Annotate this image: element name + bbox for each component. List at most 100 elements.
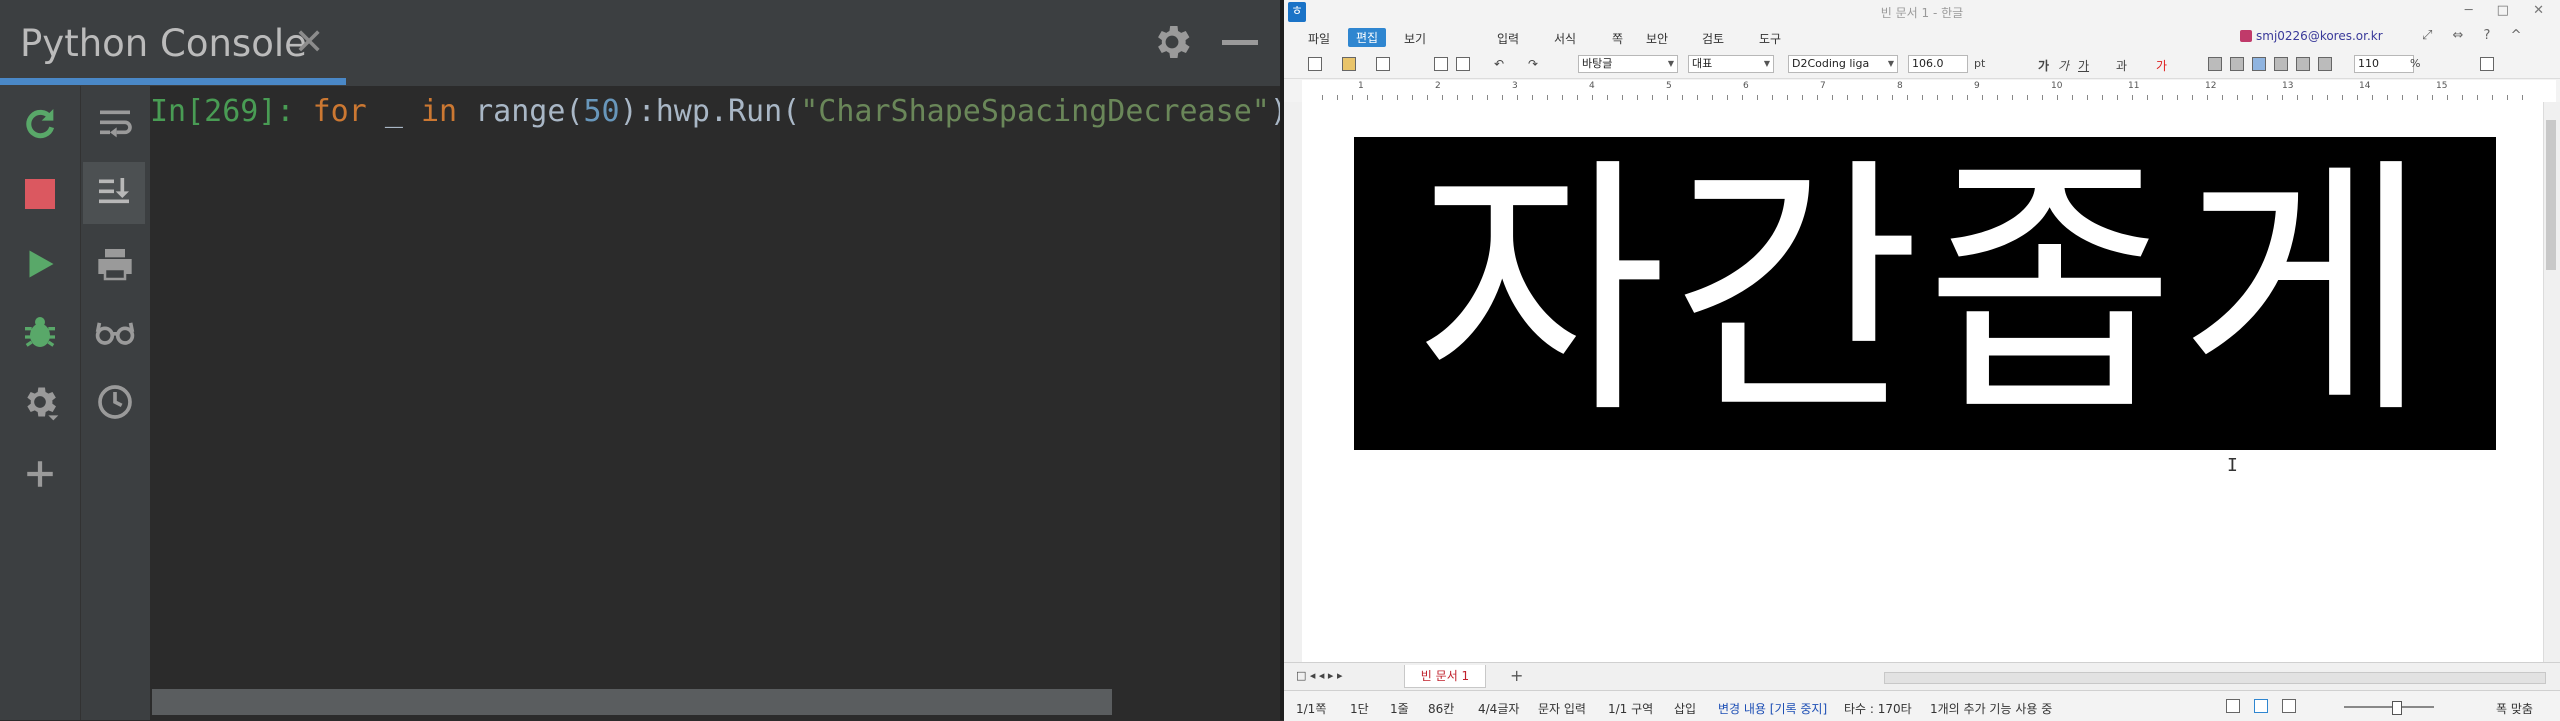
- new-document-icon[interactable]: [1308, 57, 1322, 71]
- tab-document[interactable]: 빈 문서 1: [1404, 665, 1486, 688]
- console-output-area[interactable]: In[269]: for _ in range(50):hwp.Run("Cha…: [150, 86, 1280, 720]
- ruler-tick: [1397, 95, 1398, 100]
- menu-edit[interactable]: 편집: [1348, 28, 1387, 47]
- redo-icon[interactable]: ↷: [1528, 57, 1538, 71]
- page-view-icon[interactable]: [2254, 699, 2268, 713]
- ruler-tick: [1787, 95, 1788, 100]
- document-text[interactable]: 자간좁게: [1354, 137, 2496, 450]
- menu-file[interactable]: 파일: [1308, 30, 1330, 47]
- align-right-icon[interactable]: [2274, 57, 2288, 71]
- menu-view[interactable]: 보기: [1404, 30, 1426, 47]
- save-icon[interactable]: [1376, 57, 1390, 71]
- menu-page[interactable]: 쪽: [1612, 30, 1623, 47]
- undo-icon[interactable]: ↶: [1494, 57, 1504, 71]
- align-left-icon[interactable]: [2230, 57, 2244, 71]
- ruler-tick: [2432, 95, 2433, 100]
- zoom-unit[interactable]: %: [2410, 57, 2420, 70]
- language-value: 대표: [1692, 57, 1713, 70]
- underline-button[interactable]: 가: [2078, 57, 2089, 74]
- rerun-icon[interactable]: [12, 96, 68, 152]
- scroll-to-end-icon[interactable]: [83, 162, 145, 224]
- style-select[interactable]: 바탕글 ▼: [1578, 55, 1678, 73]
- font-color-button[interactable]: 가: [2156, 57, 2167, 74]
- scroll-thumb[interactable]: [2546, 120, 2556, 270]
- bold-button[interactable]: 가: [2038, 57, 2049, 74]
- user-icon: [2240, 30, 2252, 42]
- vertical-ruler[interactable]: [1284, 102, 1303, 662]
- document-highlighted-text-block[interactable]: 자간좁게: [1354, 137, 2496, 450]
- print-icon[interactable]: [87, 236, 143, 292]
- status-track-changes[interactable]: 변경 내용 [기록 중지]: [1718, 700, 1827, 717]
- web-view-icon[interactable]: [2282, 699, 2296, 713]
- language-select[interactable]: 대표 ▼: [1688, 55, 1774, 73]
- status-page[interactable]: 1/1쪽: [1296, 700, 1326, 717]
- settings-icon[interactable]: [12, 374, 68, 430]
- zoom-slider-handle[interactable]: [2392, 701, 2402, 715]
- ruler-number: 6: [1743, 81, 1749, 91]
- ruler-tick: [2297, 95, 2298, 100]
- status-line: 1줄: [1390, 702, 1409, 716]
- history-icon[interactable]: [87, 374, 143, 430]
- tab-nav-arrows[interactable]: □ ◂ ◂ ▸ ▸: [1296, 669, 1342, 682]
- zoom-input[interactable]: 110: [2354, 55, 2414, 73]
- debug-icon[interactable]: [12, 304, 68, 360]
- document-vertical-scrollbar[interactable]: [2543, 102, 2560, 662]
- menu-insert[interactable]: 입력: [1497, 30, 1519, 47]
- console-horizontal-scrollbar[interactable]: [152, 689, 1112, 715]
- preview-icon[interactable]: [1456, 57, 1470, 71]
- open-folder-icon[interactable]: [1342, 57, 1356, 71]
- ruler-tick: [1592, 95, 1593, 100]
- print-icon[interactable]: [1434, 57, 1448, 71]
- menu-security[interactable]: 보안: [1646, 30, 1668, 47]
- font-select[interactable]: D2Coding liga ▼: [1788, 55, 1898, 73]
- align-center-icon[interactable]: [2252, 57, 2266, 71]
- window-controls[interactable]: ─ □ ✕: [2465, 3, 2554, 18]
- document-horizontal-scrollbar[interactable]: [1884, 672, 2546, 684]
- console-title[interactable]: Python Console: [20, 22, 307, 65]
- align-justify-icon[interactable]: [2208, 57, 2222, 71]
- run-call: ):hwp.Run(: [619, 94, 801, 129]
- ruler-tick: [2042, 95, 2043, 100]
- hwp-titlebar: ㅎ 빈 문서 1 - 한글 ─ □ ✕: [1284, 0, 2560, 24]
- ruler-tick: [2117, 95, 2118, 100]
- ruler-tick: [1652, 95, 1653, 100]
- ruler-tick: [1412, 95, 1413, 100]
- status-addons[interactable]: 1개의 추가 기능 사용 중: [1930, 700, 2052, 717]
- status-insert-mode[interactable]: 삽입: [1674, 700, 1696, 717]
- stop-icon[interactable]: [12, 166, 68, 222]
- italic-button[interactable]: 가: [2058, 57, 2069, 74]
- menu-tools[interactable]: 도구: [1759, 30, 1781, 47]
- minimize-icon[interactable]: [1222, 40, 1258, 45]
- menu-review[interactable]: 검토: [1702, 30, 1724, 47]
- add-icon[interactable]: [12, 446, 68, 502]
- ruler-number: 2: [1435, 81, 1441, 91]
- font-size-input[interactable]: 106.0: [1908, 55, 1968, 73]
- show-variables-icon[interactable]: [87, 304, 143, 360]
- top-right-icons[interactable]: ⤢ ⇔ ? ^: [2422, 28, 2529, 43]
- view-mode-icon[interactable]: [2226, 699, 2240, 713]
- ruler-tick: [2462, 95, 2463, 100]
- divide-icon[interactable]: [2318, 57, 2332, 71]
- menu-format[interactable]: 서식: [1554, 30, 1576, 47]
- ruler-tick: [1817, 95, 1818, 100]
- more-tools-icon[interactable]: [2480, 57, 2494, 71]
- user-account[interactable]: smj0226@kores.or.kr: [2240, 29, 2383, 43]
- status-chars: 4/4글자: [1478, 702, 1520, 716]
- close-tab-icon[interactable]: ✕: [294, 22, 324, 63]
- strike-button[interactable]: 과: [2116, 57, 2127, 74]
- run-icon[interactable]: [12, 236, 68, 292]
- distribute-icon[interactable]: [2296, 57, 2310, 71]
- zoom-slider[interactable]: [2344, 706, 2434, 708]
- status-bar: 1/1쪽 1단 1줄 86칸 4/4글자 문자 입력 1/1 구역 삽입 변경 …: [1284, 690, 2560, 721]
- add-tab-icon[interactable]: +: [1510, 666, 1523, 685]
- zoom-value: 110: [2358, 57, 2379, 70]
- ruler-number: 9: [1974, 81, 1980, 91]
- font-size-unit[interactable]: pt: [1974, 57, 1985, 70]
- status-input-mode[interactable]: 문자 입력: [1538, 700, 1586, 717]
- status-fit-width[interactable]: 폭 맞춤: [2496, 700, 2533, 717]
- horizontal-ruler[interactable]: 1 2 3 4 5 6 7 8 9 10 11 12 13 14 15: [1302, 80, 2556, 103]
- console-input-line[interactable]: In[269]: for _ in range(50):hwp.Run("Cha…: [150, 92, 1280, 132]
- gear-icon[interactable]: [1150, 20, 1194, 64]
- ruler-tick: [1622, 95, 1623, 100]
- soft-wrap-icon[interactable]: [87, 96, 143, 152]
